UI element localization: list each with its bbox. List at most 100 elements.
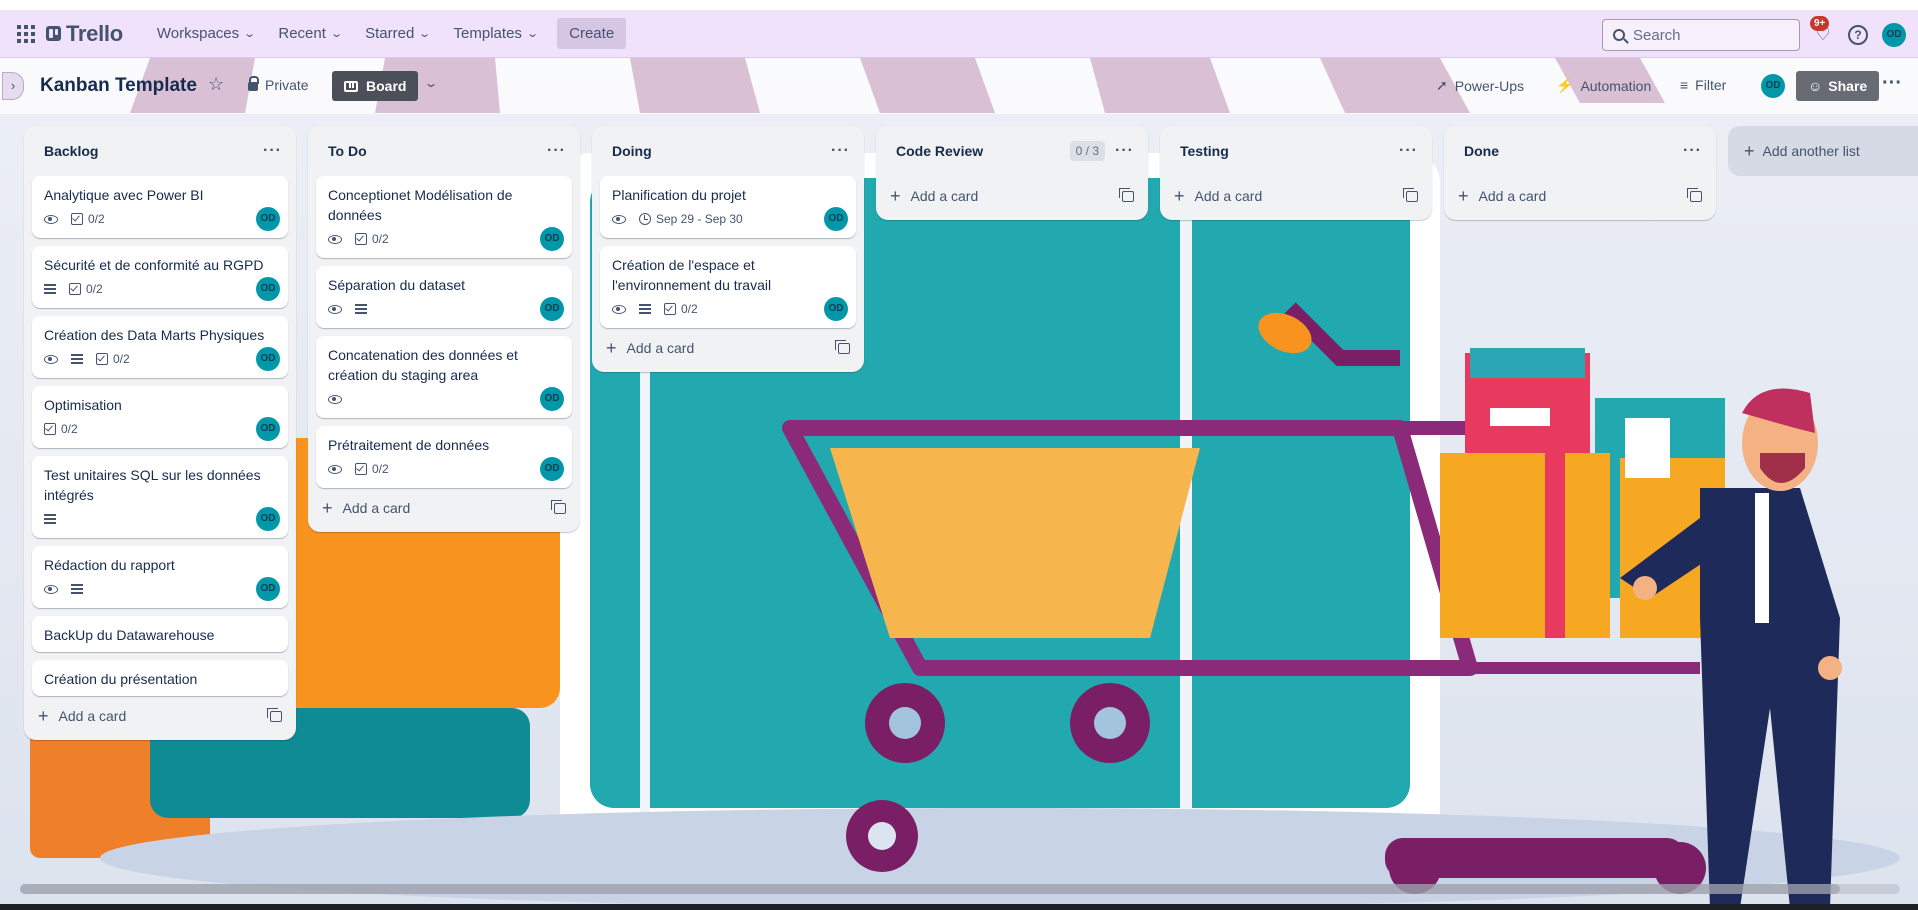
card-member-avatar[interactable]: OD: [540, 457, 564, 481]
list-actions-more-icon[interactable]: ···: [547, 142, 566, 160]
card-member-avatar[interactable]: OD: [540, 387, 564, 411]
list-title[interactable]: Done: [1464, 143, 1499, 159]
card[interactable]: Optimisation 0/2 OD: [32, 386, 288, 448]
visibility-button[interactable]: Private: [248, 76, 309, 93]
checklist-badge: 0/2: [69, 282, 103, 296]
card-member-avatar[interactable]: OD: [256, 207, 280, 231]
plus-icon: +: [1744, 140, 1755, 161]
create-button[interactable]: Create: [557, 18, 627, 49]
add-card-button[interactable]: + Add a card: [24, 696, 296, 736]
watching-eye-icon: [44, 584, 58, 594]
card-template-icon[interactable]: [267, 707, 282, 722]
lightning-icon: ⚡: [1556, 77, 1574, 93]
checklist-count: 0/2: [88, 212, 105, 226]
card-template-icon[interactable]: [551, 499, 566, 514]
list-title[interactable]: Doing: [612, 143, 652, 159]
card[interactable]: Création de l'espace et l'environnement …: [600, 246, 856, 328]
app-switcher-icon[interactable]: [12, 20, 40, 48]
star-board-icon[interactable]: ☆: [208, 74, 224, 95]
card-template-icon[interactable]: [1119, 187, 1134, 202]
account-avatar[interactable]: OD: [1882, 23, 1906, 47]
nav-templates[interactable]: Templates ⌄: [442, 18, 550, 50]
card[interactable]: Prétraitement de données 0/2 OD: [316, 426, 572, 488]
add-card-button[interactable]: + Add a card: [592, 328, 864, 368]
list-actions-more-icon[interactable]: ···: [1399, 142, 1418, 160]
card-title: Planification du projet: [612, 187, 746, 203]
card[interactable]: Création du présentation: [32, 660, 288, 696]
card-member-avatar[interactable]: OD: [256, 417, 280, 441]
list-title[interactable]: Testing: [1180, 143, 1229, 159]
watching-eye-icon: [44, 214, 58, 224]
checklist-count: 0/2: [113, 352, 130, 366]
card[interactable]: Création des Data Marts Physiques 0/2 OD: [32, 316, 288, 378]
board-horizontal-scrollbar[interactable]: [20, 884, 1900, 894]
board-header: › Kanban Template ☆ Private Board ⌄ ➚ Po…: [0, 58, 1918, 114]
card-member-avatar[interactable]: OD: [824, 207, 848, 231]
add-card-button[interactable]: + Add a card: [1444, 176, 1716, 216]
card-title: Création des Data Marts Physiques: [44, 327, 265, 343]
card-member-avatar[interactable]: OD: [256, 347, 280, 371]
card-template-icon[interactable]: [1687, 187, 1702, 202]
add-card-label: Add a card: [342, 500, 411, 516]
add-card-button[interactable]: + Add a card: [308, 488, 580, 528]
nav-starred[interactable]: Starred ⌄: [353, 18, 441, 50]
list-title[interactable]: Backlog: [44, 143, 98, 159]
scrollbar-thumb[interactable]: [20, 884, 1840, 894]
card-member-avatar[interactable]: OD: [256, 577, 280, 601]
nav-workspaces[interactable]: Workspaces ⌄: [145, 18, 266, 50]
board-title[interactable]: Kanban Template: [40, 75, 197, 97]
list-actions-more-icon[interactable]: ···: [263, 142, 282, 160]
card-member-avatar[interactable]: OD: [540, 227, 564, 251]
view-switcher-chevron-icon[interactable]: ⌄: [423, 76, 438, 90]
add-card-button[interactable]: + Add a card: [876, 176, 1148, 216]
card[interactable]: Concatenation des données et création du…: [316, 336, 572, 418]
card-badges: Sep 29 - Sep 30: [612, 207, 844, 231]
card-member-avatar[interactable]: OD: [540, 297, 564, 321]
automation-button[interactable]: ⚡ Automation: [1556, 77, 1651, 94]
add-card-button[interactable]: + Add a card: [1160, 176, 1432, 216]
help-icon[interactable]: ?: [1848, 25, 1868, 45]
card[interactable]: Sécurité et de conformité au RGPD 0/2 OD: [32, 246, 288, 308]
checklist-badge: 0/2: [96, 352, 130, 366]
share-button[interactable]: ☺ Share: [1796, 71, 1880, 101]
card[interactable]: Test unitaires SQL sur les données intég…: [32, 456, 288, 538]
checklist-count: 0/2: [372, 232, 389, 246]
add-another-list-button[interactable]: + Add another list: [1728, 126, 1918, 176]
card-member-avatar[interactable]: OD: [824, 297, 848, 321]
card-title: BackUp du Datawarehouse: [44, 627, 215, 643]
list-actions-more-icon[interactable]: ···: [1683, 142, 1702, 160]
filter-label: Filter: [1695, 77, 1727, 93]
card-badges: 0/2: [44, 347, 276, 371]
expand-sidebar-chevron-icon[interactable]: ›: [2, 72, 24, 100]
card-member-avatar[interactable]: OD: [256, 277, 280, 301]
checklist-badge: 0/2: [355, 462, 389, 476]
search-input[interactable]: Search: [1602, 19, 1800, 51]
filter-button[interactable]: ≡ Filter: [1680, 77, 1726, 93]
list-actions-more-icon[interactable]: ···: [831, 142, 850, 160]
card-template-icon[interactable]: [835, 339, 850, 354]
nav-recent[interactable]: Recent ⌄: [266, 18, 353, 50]
list-to-do: To Do ··· Conceptionet Modélisation de d…: [308, 126, 580, 532]
card[interactable]: Rédaction du rapport OD: [32, 546, 288, 608]
card-badges: 0/2: [328, 227, 560, 251]
list-title[interactable]: Code Review: [896, 143, 983, 159]
description-icon: [639, 304, 651, 314]
list-actions-more-icon[interactable]: ···: [1115, 142, 1134, 160]
board-menu-more-icon[interactable]: ···: [1882, 72, 1902, 95]
checklist-icon: [664, 303, 676, 315]
list-doing: Doing ··· Planification du projet Sep 29…: [592, 126, 864, 372]
card[interactable]: Planification du projet Sep 29 - Sep 30 …: [600, 176, 856, 238]
card-badges: 0/2: [328, 457, 560, 481]
card-template-icon[interactable]: [1403, 187, 1418, 202]
list-title[interactable]: To Do: [328, 143, 367, 159]
card[interactable]: Analytique avec Power BI 0/2 OD: [32, 176, 288, 238]
board-member-avatar[interactable]: OD: [1761, 74, 1785, 98]
trello-logo[interactable]: Trello: [46, 21, 123, 47]
card-member-avatar[interactable]: OD: [256, 507, 280, 531]
card[interactable]: Conceptionet Modélisation de données 0/2…: [316, 176, 572, 258]
card[interactable]: BackUp du Datawarehouse: [32, 616, 288, 652]
board-view-button[interactable]: Board: [332, 71, 419, 101]
power-ups-button[interactable]: ➚ Power-Ups: [1436, 77, 1524, 94]
chevron-down-icon: ⌄: [330, 28, 343, 40]
card[interactable]: Séparation du dataset OD: [316, 266, 572, 328]
